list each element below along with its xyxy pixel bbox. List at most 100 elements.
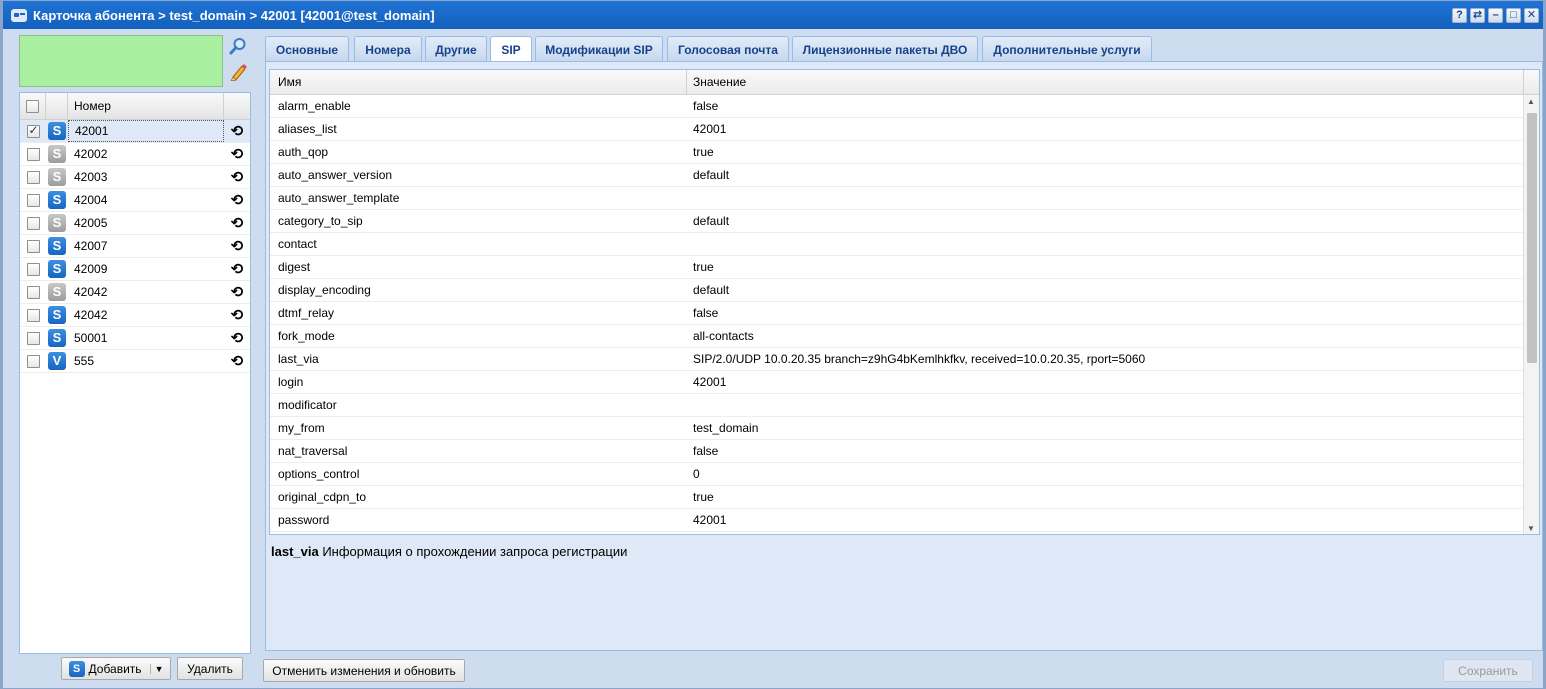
history-icon[interactable]: ⟲: [231, 124, 244, 139]
search-button[interactable]: [227, 35, 249, 57]
scrollbar-thumb[interactable]: [1527, 113, 1537, 363]
history-icon[interactable]: ⟲: [231, 285, 244, 300]
property-value[interactable]: SIP/2.0/UDP 10.0.20.35 branch=z9hG4bKeml…: [687, 352, 1524, 366]
property-row[interactable]: options_control 0: [270, 463, 1524, 486]
row-checkbox[interactable]: [26, 147, 40, 161]
number-value: 555: [74, 354, 95, 368]
scroll-down-icon[interactable]: ▼: [1527, 524, 1535, 533]
property-value[interactable]: all-contacts: [687, 329, 1524, 343]
tab-license-packages[interactable]: Лицензионные пакеты ДВО: [792, 36, 978, 62]
chevron-down-icon[interactable]: ▼: [149, 663, 163, 674]
search-filter-field[interactable]: [19, 35, 223, 87]
history-icon[interactable]: ⟲: [231, 239, 244, 254]
row-checkbox[interactable]: [26, 216, 40, 230]
close-icon[interactable]: ✕: [1524, 7, 1539, 23]
tab-voicemail[interactable]: Голосовая почта: [667, 36, 789, 62]
cancel-and-refresh-button[interactable]: Отменить изменения и обновить: [263, 659, 465, 682]
number-row[interactable]: S 42004 ⟲: [20, 189, 250, 212]
number-column-header[interactable]: Номер: [68, 93, 224, 119]
history-icon[interactable]: ⟲: [231, 147, 244, 162]
number-row[interactable]: S 42009 ⟲: [20, 258, 250, 281]
row-checkbox[interactable]: [26, 331, 40, 345]
property-row[interactable]: auto_answer_template: [270, 187, 1524, 210]
tab-additional-services[interactable]: Дополнительные услуги: [982, 36, 1152, 62]
property-row[interactable]: digest true: [270, 256, 1524, 279]
tab-numbers[interactable]: Номера: [354, 36, 422, 62]
history-icon[interactable]: ⟲: [231, 170, 244, 185]
property-value[interactable]: true: [687, 260, 1524, 274]
property-value[interactable]: false: [687, 99, 1524, 113]
property-value[interactable]: 42001: [687, 122, 1524, 136]
property-row[interactable]: password 42001: [270, 509, 1524, 532]
property-value[interactable]: 42001: [687, 375, 1524, 389]
property-value[interactable]: default: [687, 214, 1524, 228]
row-checkbox[interactable]: [26, 193, 40, 207]
number-row[interactable]: S 50001 ⟲: [20, 327, 250, 350]
number-row[interactable]: V 555 ⟲: [20, 350, 250, 373]
save-button[interactable]: Сохранить: [1443, 659, 1533, 682]
property-name: alarm_enable: [278, 99, 351, 113]
delete-number-button[interactable]: Удалить: [177, 657, 243, 680]
tab-other[interactable]: Другие: [425, 36, 487, 62]
property-value[interactable]: default: [687, 283, 1524, 297]
help-icon[interactable]: ?: [1452, 7, 1467, 23]
property-row[interactable]: auto_answer_version default: [270, 164, 1524, 187]
tab-sip[interactable]: SIP: [490, 36, 532, 63]
refresh-icon[interactable]: ⇄: [1470, 7, 1485, 23]
property-row[interactable]: original_cdpn_to true: [270, 486, 1524, 509]
window-titlebar[interactable]: Карточка абонента > test_domain > 42001 …: [3, 1, 1543, 29]
property-row[interactable]: contact: [270, 233, 1524, 256]
row-checkbox[interactable]: [26, 285, 40, 299]
row-checkbox[interactable]: [26, 308, 40, 322]
maximize-icon[interactable]: □: [1506, 7, 1521, 23]
property-row[interactable]: aliases_list 42001: [270, 118, 1524, 141]
property-row[interactable]: category_to_sip default: [270, 210, 1524, 233]
number-row[interactable]: S 42005 ⟲: [20, 212, 250, 235]
property-row[interactable]: alarm_enable false: [270, 95, 1524, 118]
row-checkbox[interactable]: [26, 123, 40, 138]
number-row[interactable]: S 42002 ⟲: [20, 143, 250, 166]
number-row[interactable]: S 42042 ⟲: [20, 281, 250, 304]
number-row[interactable]: S 42007 ⟲: [20, 235, 250, 258]
property-row[interactable]: last_via SIP/2.0/UDP 10.0.20.35 branch=z9…: [270, 348, 1524, 371]
history-icon[interactable]: ⟲: [231, 193, 244, 208]
history-icon[interactable]: ⟲: [231, 331, 244, 346]
value-column-header[interactable]: Значение: [687, 70, 1524, 94]
property-value[interactable]: false: [687, 306, 1524, 320]
property-row[interactable]: nat_traversal false: [270, 440, 1524, 463]
name-column-header[interactable]: Имя: [270, 70, 687, 94]
history-icon[interactable]: ⟲: [231, 262, 244, 277]
row-checkbox[interactable]: [26, 262, 40, 276]
property-value[interactable]: 42001: [687, 513, 1524, 527]
property-value[interactable]: default: [687, 168, 1524, 182]
property-row[interactable]: fork_mode all-contacts: [270, 325, 1524, 348]
number-row[interactable]: S 42042 ⟲: [20, 304, 250, 327]
property-row[interactable]: login 42001: [270, 371, 1524, 394]
property-value[interactable]: true: [687, 490, 1524, 504]
property-row[interactable]: auth_qop true: [270, 141, 1524, 164]
history-icon[interactable]: ⟲: [231, 308, 244, 323]
property-grid-scrollbar[interactable]: ▲ ▼: [1523, 95, 1539, 534]
tab-main[interactable]: Основные: [265, 36, 349, 62]
add-number-button[interactable]: S Добавить ▼: [61, 657, 171, 680]
history-icon[interactable]: ⟲: [231, 216, 244, 231]
property-value[interactable]: false: [687, 444, 1524, 458]
row-checkbox[interactable]: [26, 170, 40, 184]
row-checkbox[interactable]: [26, 239, 40, 253]
property-row[interactable]: modificator: [270, 394, 1524, 417]
scroll-up-icon[interactable]: ▲: [1527, 97, 1535, 106]
property-value[interactable]: true: [687, 145, 1524, 159]
property-value[interactable]: 0: [687, 467, 1524, 481]
property-row[interactable]: my_from test_domain: [270, 417, 1524, 440]
select-all-checkbox[interactable]: [26, 99, 39, 113]
edit-button[interactable]: [227, 61, 249, 83]
property-value[interactable]: test_domain: [687, 421, 1524, 435]
number-row[interactable]: S 42003 ⟲: [20, 166, 250, 189]
row-checkbox[interactable]: [26, 354, 40, 368]
tab-sip-modifications[interactable]: Модификации SIP: [535, 36, 663, 62]
property-row[interactable]: display_encoding default: [270, 279, 1524, 302]
number-row[interactable]: S42001 ⟲: [20, 120, 250, 143]
history-icon[interactable]: ⟲: [231, 354, 244, 369]
minimize-icon[interactable]: –: [1488, 7, 1503, 23]
property-row[interactable]: dtmf_relay false: [270, 302, 1524, 325]
